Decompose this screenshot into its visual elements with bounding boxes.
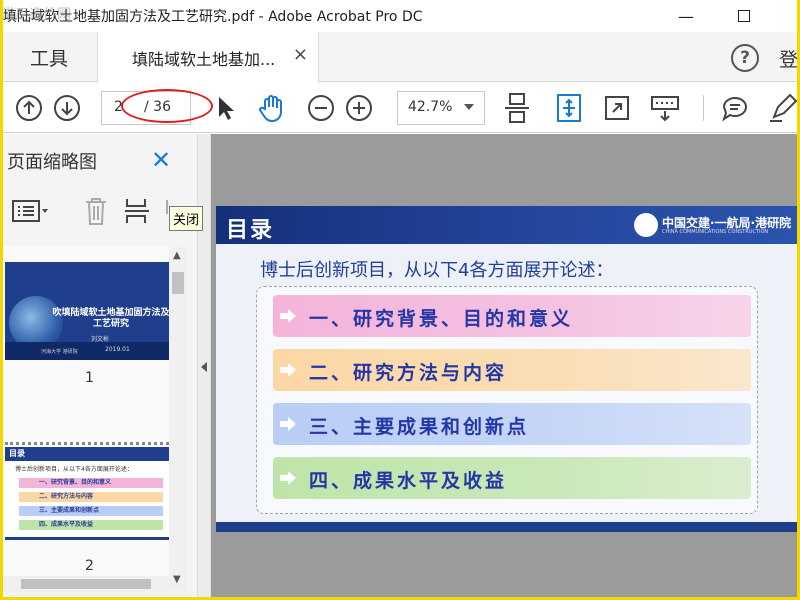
contents-item-text: 一、研究背景、目的和意义 [309, 308, 574, 330]
thumb2-footer-band [5, 537, 169, 540]
arrow-down-circle-icon [54, 95, 80, 121]
slide-subtitle: 博士后创新项目，从以下4各方面展开论述： [260, 260, 614, 281]
acrobat-window: 填陆域软土地基加固方法及工艺研究.pdf - Adobe Acrobat Pro… [3, 0, 797, 597]
comment-button[interactable] [719, 92, 751, 124]
help-button[interactable]: ? [731, 44, 759, 72]
thumb2-header: 目录 [9, 449, 25, 458]
pane-title: 页面缩略图 [7, 152, 97, 173]
thumb1-title: 吹填陆域软土地基加固方法及工艺研究 [52, 308, 169, 329]
fit-page-icon [557, 94, 581, 122]
cursor-arrow-icon [219, 97, 234, 120]
contents-item: 三、主要成果和创新点 [273, 403, 751, 445]
thumb1-date: 2019.01 [105, 346, 130, 353]
contents-item-text: 四、成果水平及收益 [309, 470, 508, 492]
thumbnail-horizontal-scrollbar[interactable] [3, 576, 169, 592]
zoom-value: 42.7% [408, 99, 453, 115]
thumb2-row: 二、研究方法与内容 [19, 492, 163, 502]
tab-bar: 工具 填陆域软土地基加... × ? 登 [3, 32, 797, 83]
logo-english: CHINA COMMUNICATIONS CONSTRUCTION [662, 229, 769, 235]
keyboard-button[interactable] [649, 92, 681, 124]
thumb2-header-band [5, 447, 169, 461]
minimize-button[interactable]: — [663, 0, 709, 32]
contents-item-text: 三、主要成果和创新点 [309, 416, 530, 438]
options-menu-icon[interactable] [11, 198, 51, 224]
title-bar: 填陆域软土地基加固方法及工艺研究.pdf - Adobe Acrobat Pro… [3, 0, 797, 32]
minus-circle-icon [308, 95, 334, 121]
thumbnail-page-1[interactable]: 吹填陆域软土地基加固方法及工艺研究 刘文彬 河海大学 港研院 2019.01 [5, 262, 169, 360]
plus-circle-icon [346, 95, 372, 121]
trash-icon[interactable] [83, 196, 109, 226]
hand-tool-button[interactable] [255, 92, 287, 124]
page-scroll-icon [505, 93, 529, 123]
next-page-button[interactable] [51, 92, 83, 124]
arrow-right-icon [280, 417, 296, 431]
contents-item: 一、研究背景、目的和意义 [273, 295, 751, 337]
thumb1-footer-band [5, 342, 169, 360]
thumbnail-page-2[interactable]: 目录 博士后创新项目，从以下4各方面展开论述： 一、研究背景、目的和意义 二、研… [5, 442, 169, 540]
arrow-right-icon [280, 309, 296, 323]
toolbar-divider [703, 95, 704, 121]
previous-page-button[interactable] [13, 92, 45, 124]
hand-icon [259, 95, 282, 123]
tab-tools[interactable]: 工具 [3, 32, 95, 82]
zoom-select[interactable]: 42.7% [397, 91, 485, 125]
thumb2-row: 四、成果水平及收益 [19, 520, 163, 530]
tab-close-button[interactable]: × [293, 44, 308, 65]
pane-toolbar [3, 190, 197, 232]
scroll-down-icon[interactable]: ▼ [173, 574, 181, 585]
zoom-out-button[interactable] [305, 92, 337, 124]
contents-box: 一、研究背景、目的和意义 二、研究方法与内容 三、主要成果和创新点 四、成果水平… [256, 286, 758, 514]
company-logo: 中国交建·一航局·港研院 CHINA COMMUNICATIONS CONSTR… [634, 211, 794, 239]
main-toolbar: 2 / 36 42.7% [3, 83, 797, 133]
maximize-button[interactable] [721, 0, 767, 32]
red-annotation-circle [121, 89, 213, 123]
insert-page-icon[interactable] [123, 196, 151, 226]
thumb2-row: 一、研究背景、目的和意义 [19, 478, 163, 488]
tab-document[interactable]: 填陆域软土地基加... × [97, 32, 319, 83]
page-number-2: 2 [85, 558, 94, 574]
slide-page: 目录 中国交建·一航局·港研院 CHINA COMMUNICATIONS CON… [216, 206, 797, 532]
full-screen-button[interactable] [601, 92, 633, 124]
logo-emblem-icon [634, 213, 658, 237]
thumbnail-list: 吹填陆域软土地基加固方法及工艺研究 刘文彬 河海大学 港研院 2019.01 1… [3, 246, 169, 591]
thumb1-footer: 河海大学 港研院 [41, 349, 78, 355]
pen-icon [770, 93, 797, 122]
slide-footer-band [216, 522, 797, 532]
arrow-up-circle-icon [16, 95, 42, 121]
close-tooltip: 关闭 [169, 206, 204, 231]
scroll-mode-button[interactable] [501, 92, 533, 124]
select-tool-button[interactable] [209, 92, 241, 124]
document-view[interactable]: 目录 中国交建·一航局·港研院 CHINA COMMUNICATIONS CON… [211, 134, 797, 597]
login-button[interactable]: 登 [779, 45, 797, 72]
page-thumbnails-pane: 页面缩略图 ✕ 关闭 吹填陆域软土地基加固方法及工艺研究 刘文彬 河海大学 港研… [3, 134, 204, 597]
zoom-in-button[interactable] [343, 92, 375, 124]
watermark: 常用造价网 [3, 7, 71, 23]
contents-item: 二、研究方法与内容 [273, 349, 751, 391]
expand-icon [605, 96, 629, 120]
thumb2-subtitle: 博士后创新项目，从以下4各方面展开论述： [15, 466, 133, 473]
scroll-up-icon[interactable]: ▲ [173, 250, 181, 261]
pane-close-button[interactable]: ✕ [151, 146, 171, 174]
comment-icon [722, 97, 747, 122]
slide-header-title: 目录 [226, 218, 275, 243]
highlight-button[interactable] [767, 92, 797, 124]
thumb2-row: 三、主要成果和创新点 [19, 506, 163, 516]
collapse-arrow-icon[interactable] [201, 362, 207, 372]
pane-splitter[interactable] [197, 134, 211, 597]
scrollbar-thumb[interactable] [172, 272, 184, 294]
horizontal-scrollbar-thumb[interactable] [21, 579, 151, 589]
fit-page-button[interactable] [553, 92, 585, 124]
arrow-right-icon [280, 471, 296, 485]
maximize-icon [738, 10, 750, 22]
thumbnail-vertical-scrollbar[interactable]: ▲ ▼ [169, 246, 187, 591]
contents-item-text: 二、研究方法与内容 [309, 362, 508, 384]
page-number-1: 1 [85, 370, 94, 386]
keyboard-icon [651, 96, 679, 122]
chevron-down-icon [464, 104, 474, 110]
contents-item: 四、成果水平及收益 [273, 457, 751, 499]
tab-document-label: 填陆域软土地基加... [132, 50, 276, 69]
arrow-right-icon [280, 363, 296, 377]
